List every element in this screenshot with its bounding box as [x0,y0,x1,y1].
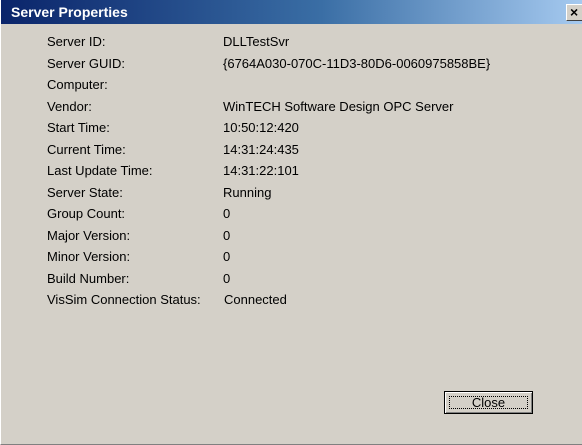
property-value: 14:31:24:435 [223,141,299,157]
close-icon[interactable]: × [566,4,582,21]
server-properties-dialog: Server Properties × Server ID: DLLTestSv… [0,0,582,445]
property-value: 0 [223,249,231,264]
property-label: Start Time: [47,120,110,135]
property-value: {6764A030-070C-11D3-80D6-0060975858BE} [223,55,491,71]
property-label: Build Number: [47,270,130,286]
property-label: Vendor: [47,98,92,114]
property-label: Last Update Time: [47,163,153,178]
title-bar[interactable]: Server Properties × [1,0,582,24]
property-value: 0 [223,227,231,243]
property-value: DLLTestSvr [223,34,290,49]
close-button[interactable]: Close [444,391,533,414]
property-label: Major Version: [47,227,131,243]
property-label: Server State: [47,184,123,200]
property-label: Group Count: [47,206,126,221]
property-value: WinTECH Software Design OPC Server [223,98,454,114]
window-title: Server Properties [11,4,128,20]
property-value: 0 [223,270,231,286]
property-label: Computer: [47,77,108,92]
property-label: VisSim Connection Status: [47,292,201,307]
property-label: Server GUID: [47,55,126,71]
property-label: Server ID: [47,34,106,49]
property-label: Minor Version: [47,249,131,264]
close-button-label: Close [449,396,528,409]
property-value: 0 [223,206,231,221]
property-value: 10:50:12:420 [223,120,299,135]
property-label: Current Time: [47,141,126,157]
property-value: 14:31:22:101 [223,163,299,178]
property-value: Running [223,184,272,200]
property-value: Connected [224,292,287,307]
